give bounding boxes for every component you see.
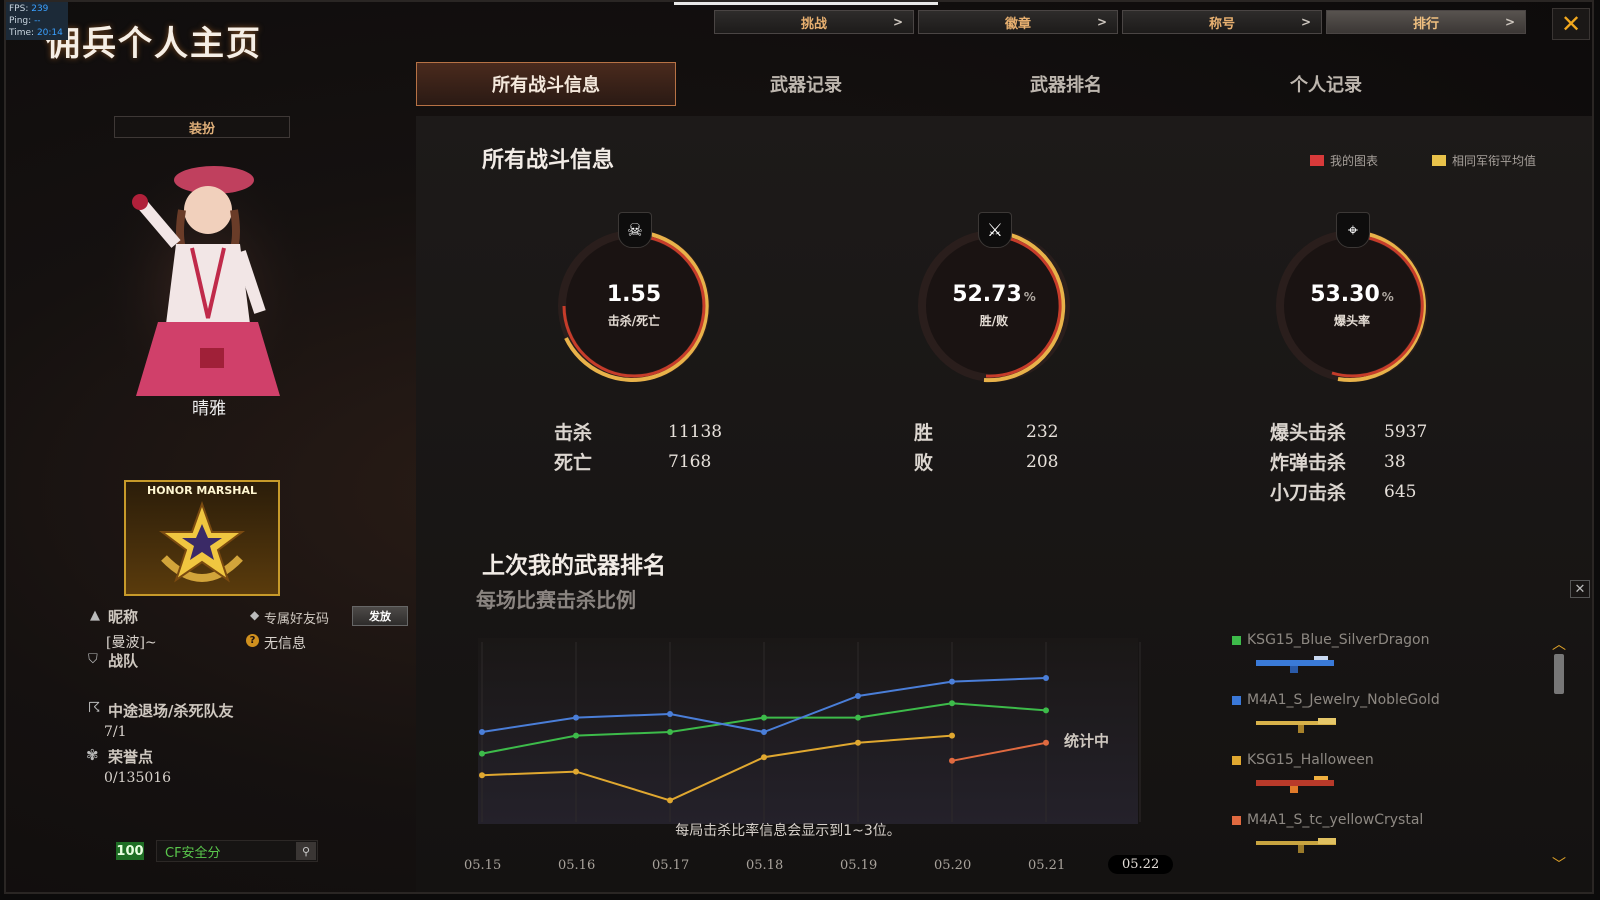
data-point	[573, 714, 579, 721]
x-tick-label[interactable]: 05.20	[934, 858, 971, 873]
x-tick-label[interactable]: 05.17	[652, 858, 689, 873]
weapon-name: M4A1_S_tc_yellowCrystal	[1247, 812, 1424, 828]
time-label: Time:	[9, 28, 35, 38]
x-tick-label[interactable]: 05.16	[558, 858, 595, 873]
data-point	[479, 772, 485, 779]
fps-label: FPS:	[9, 4, 29, 14]
data-point	[855, 739, 861, 746]
series-line	[481, 734, 953, 802]
weapon-name: M4A1_S_Jewelry_NobleGold	[1247, 692, 1440, 708]
data-point	[949, 700, 955, 707]
game-window: FPS: 239 Ping: -- Time: 20:14 佣兵个人主页 挑战 >…	[4, 0, 1594, 894]
legend-swatch	[1232, 815, 1241, 825]
weapon-item[interactable]: KSG15_Blue_SilverDragon	[1232, 632, 1440, 692]
time-value: 20:14	[36, 28, 63, 38]
scroll-up-icon[interactable]: ︿	[1552, 634, 1566, 654]
x-tick-label[interactable]: 05.18	[746, 858, 783, 873]
data-point	[1043, 675, 1049, 681]
weapon-item[interactable]: M4A1_S_Jewelry_NobleGold	[1232, 692, 1440, 752]
x-tick-label[interactable]: 05.15	[464, 858, 501, 873]
chart-note: 每局击杀比率信息会显示到1~3位。	[675, 823, 901, 839]
x-tick-label[interactable]: 05.19	[840, 858, 877, 873]
data-point	[761, 754, 767, 761]
weapon-name: KSG15_Halloween	[1247, 752, 1374, 768]
data-point	[479, 750, 485, 757]
data-point	[761, 729, 767, 735]
fps-value: 239	[31, 4, 49, 14]
data-point	[667, 729, 673, 735]
data-point	[479, 729, 485, 735]
legend-swatch	[1232, 755, 1241, 765]
x-tick-selected[interactable]: 05.22	[1108, 855, 1174, 874]
legend-swatch	[1232, 635, 1241, 645]
weapon-name: KSG15_Blue_SilverDragon	[1247, 632, 1430, 648]
fps-overlay: FPS: 239 Ping: -- Time: 20:14	[6, 2, 68, 40]
ping-label: Ping:	[9, 16, 32, 26]
weapon-item[interactable]: M4A1_S_tc_yellowCrystal	[1232, 812, 1440, 872]
x-tick-label[interactable]: 05.21	[1028, 858, 1065, 873]
shotgun-icon	[1256, 656, 1334, 673]
weapon-list: KSG15_Blue_SilverDragon M4A1_S_Jewelry_N…	[1232, 632, 1440, 872]
data-point	[761, 714, 767, 721]
data-point	[949, 678, 955, 685]
data-point	[667, 711, 673, 717]
counting-status: 统计中	[1064, 732, 1110, 750]
data-point	[1043, 707, 1049, 714]
data-point	[949, 757, 955, 764]
data-point	[667, 797, 673, 804]
data-point	[573, 768, 579, 775]
legend-swatch	[1232, 695, 1241, 705]
series-line	[951, 741, 1047, 762]
rifle-icon	[1256, 718, 1336, 733]
data-point	[573, 732, 579, 739]
data-point	[855, 693, 861, 699]
shotgun-icon	[1256, 776, 1334, 793]
rifle-icon	[1256, 838, 1336, 853]
scroll-down-icon[interactable]: ﹀	[1552, 854, 1566, 874]
data-point	[949, 732, 955, 739]
weapon-item[interactable]: KSG15_Halloween	[1232, 752, 1440, 812]
data-point	[855, 714, 861, 721]
scroll-thumb[interactable]	[1554, 654, 1564, 694]
weapon-list-scrollbar[interactable]: ︿ ﹀	[1552, 634, 1566, 874]
ping-value: --	[34, 16, 41, 26]
data-point	[1043, 739, 1049, 746]
